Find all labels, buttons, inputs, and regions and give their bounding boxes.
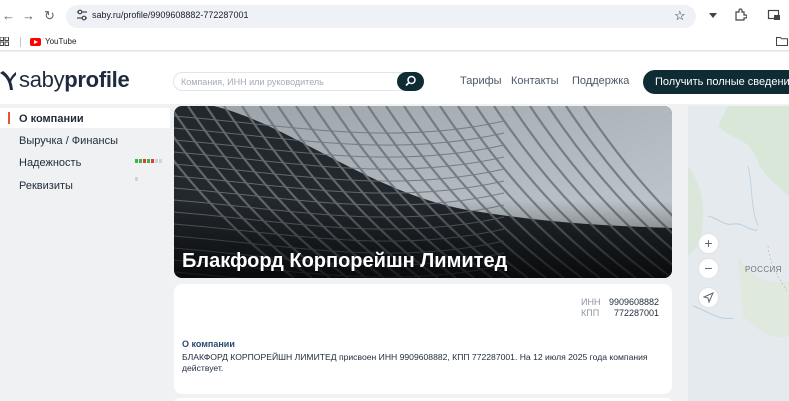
company-banner: Блакфорд Корпорейшн Лимитед bbox=[174, 106, 672, 278]
bookmark-youtube[interactable]: YouTube bbox=[45, 37, 76, 46]
get-full-info-button[interactable]: Получить полные сведения bbox=[643, 70, 789, 94]
kpp-label: КПП bbox=[581, 308, 600, 318]
forward-icon[interactable]: → bbox=[22, 8, 35, 24]
reliability-indicator bbox=[135, 159, 165, 181]
reliability-segment bbox=[155, 159, 158, 163]
search-icon bbox=[405, 75, 416, 87]
reliability-segment bbox=[159, 159, 162, 163]
menu-item-requisites[interactable]: Реквизиты bbox=[0, 175, 170, 195]
inn-value: 9909608882 bbox=[609, 297, 660, 307]
company-name-title: Блакфорд Корпорейшн Лимитед bbox=[182, 250, 508, 272]
company-map[interactable] bbox=[688, 106, 789, 401]
reload-icon[interactable]: ↻ bbox=[44, 8, 55, 24]
bookmarks-bar bbox=[0, 33, 789, 51]
about-section-title: О компании bbox=[182, 339, 235, 349]
nav-support-link[interactable]: Поддержка bbox=[572, 75, 629, 87]
site-info-icon[interactable] bbox=[75, 8, 89, 22]
kpp-value: 772287001 bbox=[614, 308, 660, 318]
map-terrain bbox=[688, 106, 789, 401]
reliability-segment bbox=[143, 159, 146, 163]
apps-icon[interactable] bbox=[0, 37, 9, 46]
extensions-icon[interactable] bbox=[733, 8, 747, 22]
locate-icon[interactable] bbox=[698, 287, 719, 308]
nav-contacts-link[interactable]: Контакты bbox=[511, 75, 559, 87]
menu-item-revenue[interactable]: Выручка / Финансы bbox=[0, 130, 170, 150]
nav-tariffs-link[interactable]: Тарифы bbox=[460, 75, 502, 87]
folder-icon[interactable] bbox=[776, 37, 788, 46]
reliability-segment bbox=[135, 159, 138, 163]
logo-bold-text: profile bbox=[64, 67, 130, 92]
reliability-segment bbox=[151, 159, 154, 163]
bookmarks-divider bbox=[20, 37, 21, 47]
site-logo[interactable]: sabyprofile bbox=[19, 67, 130, 93]
zoom-in-icon[interactable]: + bbox=[698, 233, 719, 254]
search-button[interactable] bbox=[397, 72, 424, 91]
menu-item-about[interactable]: О компании bbox=[0, 108, 170, 128]
back-icon[interactable]: ← bbox=[2, 8, 15, 24]
zoom-out-icon[interactable]: − bbox=[698, 258, 719, 279]
logo-light-text: saby bbox=[19, 67, 65, 92]
bookmark-star-icon[interactable]: ☆ bbox=[674, 8, 686, 24]
download-icon[interactable] bbox=[706, 8, 720, 22]
saby-logo-icon[interactable] bbox=[0, 70, 16, 92]
reliability-segment bbox=[147, 159, 150, 163]
url-text[interactable]: saby.ru/profile/9909608882-772287001 bbox=[92, 10, 248, 20]
search-placeholder: Компания, ИНН или руководитель bbox=[181, 77, 324, 87]
reliability-segment bbox=[139, 159, 142, 163]
map-country-label: РОССИЯ bbox=[745, 265, 782, 274]
youtube-icon[interactable] bbox=[30, 38, 41, 46]
locate-arrow bbox=[702, 292, 714, 304]
reading-list-icon[interactable] bbox=[767, 8, 781, 22]
company-description: БЛАКФОРД КОРПОРЕЙШН ЛИМИТЕД присвоен ИНН… bbox=[182, 352, 648, 373]
inn-label: ИНН bbox=[581, 297, 601, 307]
